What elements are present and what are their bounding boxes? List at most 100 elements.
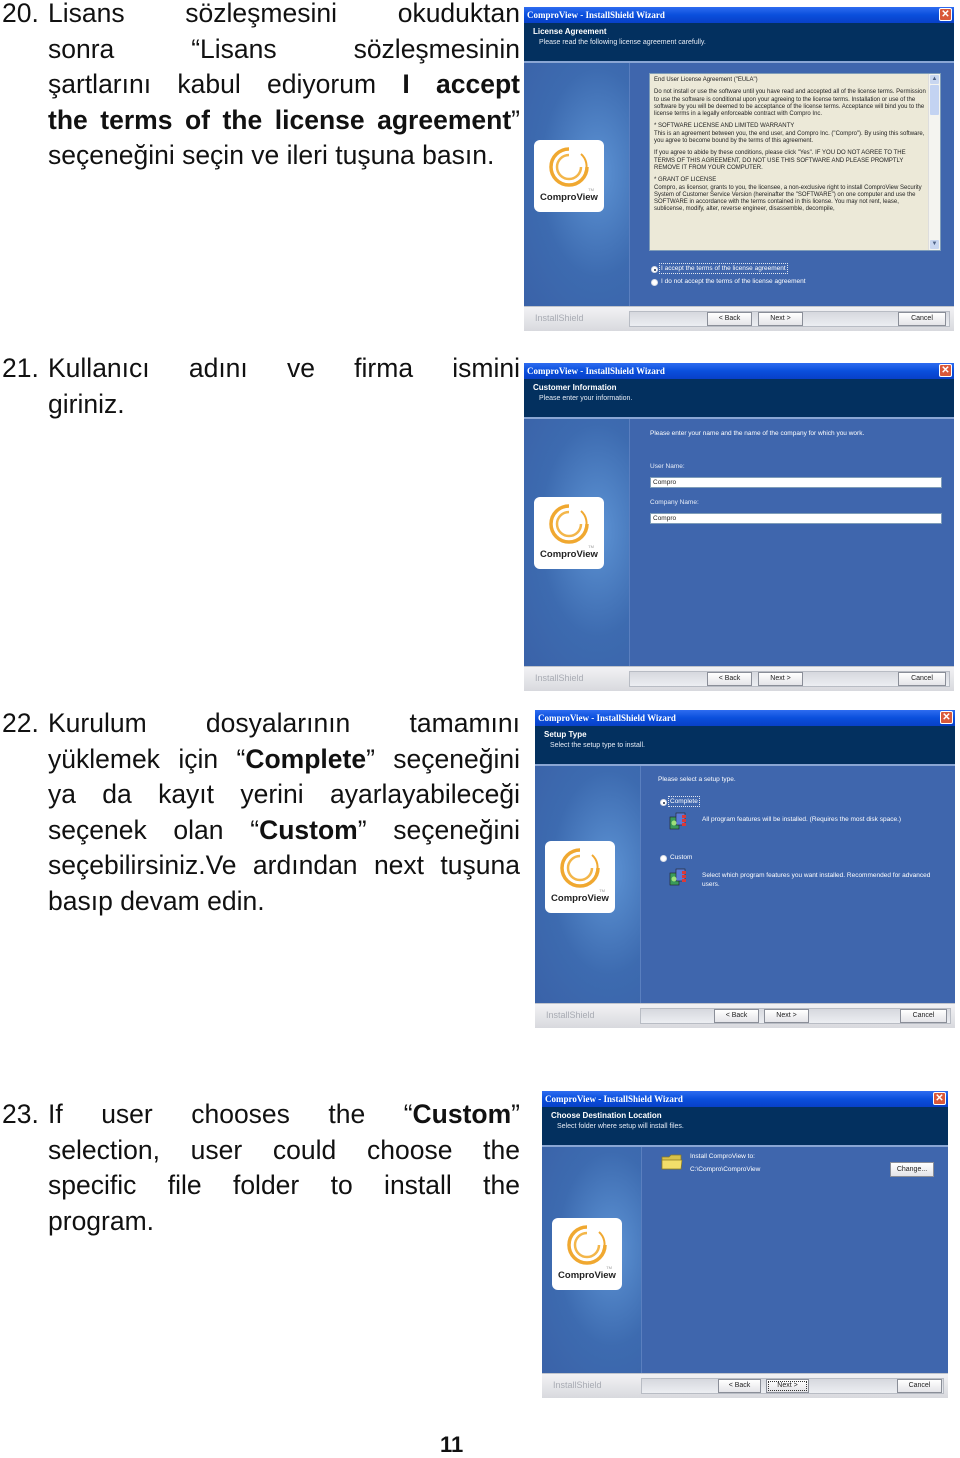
installshield-brand: InstallShield bbox=[535, 673, 584, 683]
installshield-brand: InstallShield bbox=[553, 1380, 602, 1390]
logo-text: ComproView bbox=[540, 192, 598, 203]
header-subtitle: Select the setup type to install. bbox=[550, 742, 645, 749]
cancel-button[interactable]: Cancel bbox=[897, 1379, 942, 1393]
left-pane: TM ComproView bbox=[535, 766, 641, 1004]
text-run: giriniz. bbox=[48, 388, 125, 419]
step-23: 23. If user chooses the “Custom” selectio… bbox=[0, 1097, 520, 1239]
eula-paragraph: Do not install or use the software until… bbox=[654, 89, 926, 118]
header-title: Setup Type bbox=[544, 730, 587, 739]
change-button[interactable]: Change... bbox=[890, 1162, 934, 1177]
wizard-footer: InstallShield < Back Next > Cancel bbox=[524, 666, 954, 691]
cancel-button[interactable]: Cancel bbox=[900, 1009, 947, 1023]
title-bar: ComproView - InstallShield Wizard ✕ bbox=[524, 7, 954, 23]
eula-paragraph: If you agree to abide by these condition… bbox=[654, 150, 906, 171]
complete-description: All program features will be installed. … bbox=[702, 816, 902, 823]
text-run: Kullanıcı adını ve firma ismini bbox=[48, 353, 520, 383]
text-run: seçebilirsiniz.Ve ardından next tuşuna bbox=[48, 850, 520, 880]
step-22: 22. Kurulum dosyalarının tamamını yükleme… bbox=[0, 706, 520, 919]
text-run: seçenek olan “ bbox=[48, 814, 260, 845]
eula-textbox[interactable]: End User License Agreement ("EULA") Do n… bbox=[649, 73, 941, 251]
wizard-header: Customer Information Please enter your i… bbox=[524, 379, 954, 419]
wizard-content: TM ComproView Please select a setup type… bbox=[535, 766, 955, 1004]
radio-custom-label[interactable]: Custom bbox=[670, 854, 692, 861]
radio-decline[interactable] bbox=[651, 279, 658, 286]
customer-prompt: Please enter your name and the name of t… bbox=[650, 430, 865, 437]
radio-complete[interactable] bbox=[660, 799, 667, 806]
emphasized-text: Complete bbox=[245, 743, 367, 774]
back-button[interactable]: < Back bbox=[714, 1009, 759, 1023]
back-button[interactable]: < Back bbox=[718, 1379, 761, 1393]
text-run: ” bbox=[511, 1099, 520, 1129]
eula-scrollbar[interactable]: ▲ ▼ bbox=[928, 74, 940, 250]
header-subtitle: Select folder where setup will install f… bbox=[557, 1123, 684, 1130]
cancel-button[interactable]: Cancel bbox=[898, 672, 946, 686]
radio-accept[interactable] bbox=[651, 266, 658, 273]
logo-text: ComproView bbox=[540, 549, 598, 560]
text-run: ” bbox=[511, 104, 520, 135]
wizard-header: License Agreement Please read the follow… bbox=[524, 23, 954, 63]
text-run: Lisans sözleşmesini okuduktan bbox=[48, 0, 520, 28]
step-line: seçeneğini seçin ve ileri tuşuna basın. bbox=[48, 138, 520, 174]
user-name-input[interactable]: Compro bbox=[650, 477, 942, 488]
step-line: ya da kayıt yerini ayarlayabileceği bbox=[48, 777, 520, 813]
back-button[interactable]: < Back bbox=[707, 672, 752, 686]
close-icon[interactable]: ✕ bbox=[933, 1092, 946, 1105]
text-run: ” seçeneğini bbox=[357, 814, 520, 845]
next-button[interactable]: Next > bbox=[764, 1009, 809, 1023]
wizard-license-agreement: ComproView - InstallShield Wizard ✕ Lice… bbox=[524, 7, 954, 331]
wizard-content: TM ComproView Install ComproView to: C:\… bbox=[542, 1147, 948, 1374]
company-name-input[interactable]: Compro bbox=[650, 513, 942, 524]
comproview-logo: TM ComproView bbox=[545, 841, 615, 913]
next-button[interactable]: Next > bbox=[766, 1379, 809, 1393]
step-text: Kullanıcı adını ve firma ismini giriniz. bbox=[48, 351, 520, 422]
close-icon[interactable]: ✕ bbox=[939, 364, 952, 377]
eula-paragraph: End User License Agreement ("EULA") bbox=[654, 77, 758, 83]
wizard-customer-information: ComproView - InstallShield Wizard ✕ Cust… bbox=[524, 363, 954, 691]
wizard-content: TM ComproView Please enter your name and… bbox=[524, 419, 954, 667]
step-text: Lisans sözleşmesini okuduktan sonra “Lisa… bbox=[48, 0, 520, 174]
folder-icon bbox=[661, 1154, 683, 1170]
logo-text: ComproView bbox=[551, 893, 609, 904]
header-title: Choose Destination Location bbox=[551, 1111, 662, 1120]
radio-complete-label[interactable]: Complete bbox=[668, 796, 700, 807]
close-icon[interactable]: ✕ bbox=[940, 711, 953, 724]
text-run: ya da kayıt yerini ayarlayabileceği bbox=[48, 779, 520, 809]
user-name-label: User Name: bbox=[650, 463, 685, 470]
installshield-brand: InstallShield bbox=[546, 1010, 595, 1020]
custom-setup-icon bbox=[669, 868, 686, 886]
next-button[interactable]: Next > bbox=[758, 312, 803, 326]
text-run: şartlarını kabul ediyorum bbox=[48, 69, 403, 99]
emphasized-text: Custom bbox=[259, 814, 358, 845]
text-run: basıp devam edin. bbox=[48, 885, 265, 916]
next-button[interactable]: Next > bbox=[758, 672, 803, 686]
title-bar: ComproView - InstallShield Wizard ✕ bbox=[542, 1091, 948, 1107]
text-run: specific file folder to install the bbox=[48, 1170, 520, 1200]
step-number: 23. bbox=[2, 1099, 39, 1129]
header-subtitle: Please enter your information. bbox=[539, 395, 633, 402]
step-line: seçenek olan “Custom” seçeneğini bbox=[48, 813, 520, 849]
step-line: Kurulum dosyalarının tamamını bbox=[48, 706, 520, 742]
header-title: Customer Information bbox=[533, 383, 617, 392]
text-run: yüklemek için “ bbox=[48, 743, 246, 774]
scroll-down-icon[interactable]: ▼ bbox=[930, 240, 939, 249]
radio-accept-label[interactable]: I accept the terms of the license agreem… bbox=[659, 263, 788, 274]
radio-decline-label[interactable]: I do not accept the terms of the license… bbox=[661, 278, 806, 285]
installshield-brand: InstallShield bbox=[535, 313, 584, 323]
wizard-header: Choose Destination Location Select folde… bbox=[542, 1107, 948, 1147]
text-run: selection, user could choose the bbox=[48, 1134, 520, 1165]
header-title: License Agreement bbox=[533, 27, 607, 36]
scroll-up-icon[interactable]: ▲ bbox=[930, 75, 939, 84]
left-pane: TM ComproView bbox=[524, 63, 630, 307]
radio-custom[interactable] bbox=[660, 855, 667, 862]
close-icon[interactable]: ✕ bbox=[939, 8, 952, 21]
setup-prompt: Please select a setup type. bbox=[658, 776, 736, 783]
custom-description: Select which program features you want i… bbox=[702, 872, 931, 888]
step-number: 22. bbox=[2, 708, 39, 738]
text-run: program. bbox=[48, 1205, 155, 1236]
back-button[interactable]: < Back bbox=[707, 312, 752, 326]
text-run: sonra “Lisans sözleşmesinin bbox=[48, 33, 520, 64]
text-run: Kurulum dosyalarının tamamını bbox=[48, 708, 520, 738]
scroll-thumb[interactable] bbox=[930, 85, 939, 115]
cancel-button[interactable]: Cancel bbox=[898, 312, 946, 326]
step-21: 21. Kullanıcı adını ve firma ismini girin… bbox=[0, 351, 520, 422]
